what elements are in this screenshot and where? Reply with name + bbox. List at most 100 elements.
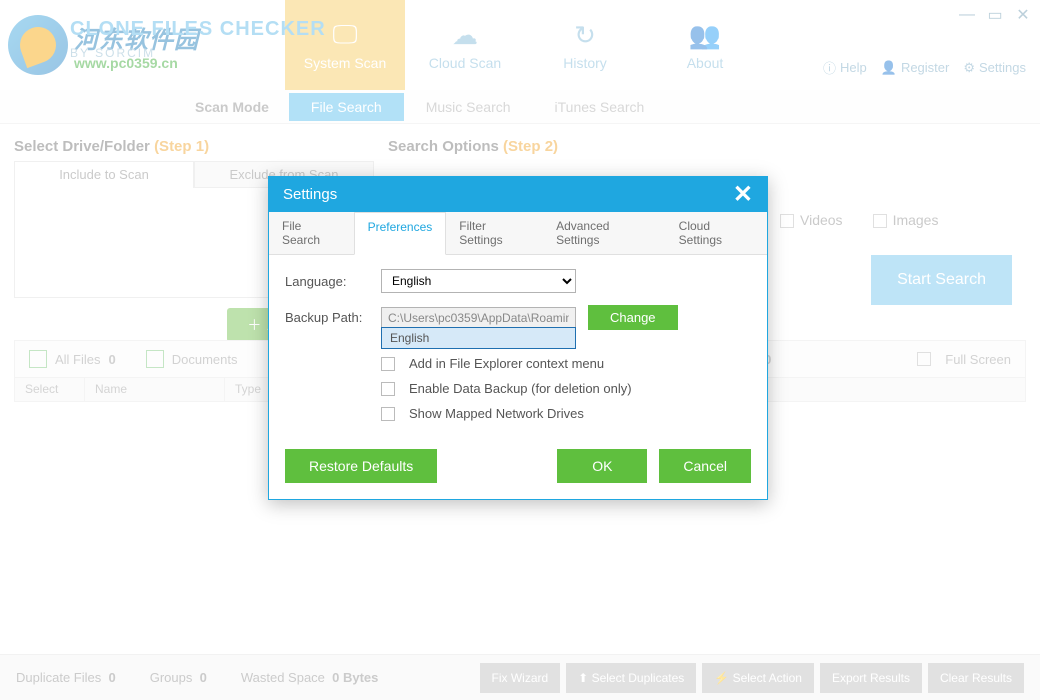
- filter-all-files[interactable]: All Files 0: [29, 350, 116, 368]
- step1-label: (Step 1): [154, 138, 209, 155]
- site-logo-icon: [8, 15, 68, 75]
- language-dropdown-list: English: [381, 327, 576, 349]
- app-subtitle: BY SORCIM: [70, 46, 155, 60]
- checkbox-icon: [780, 214, 794, 228]
- chk-images[interactable]: Images: [873, 212, 939, 228]
- dlg-tab-file-search[interactable]: File Search: [269, 212, 354, 254]
- status-groups: Groups 0: [150, 670, 207, 685]
- groups-label: Groups: [150, 670, 193, 685]
- footer-spacer: [449, 449, 545, 483]
- scan-mode-bar: Scan Mode File Search Music Search iTune…: [0, 90, 1040, 124]
- fullscreen-label: Full Screen: [945, 352, 1011, 367]
- nav-about[interactable]: 👥 About: [645, 0, 765, 90]
- restore-defaults-button[interactable]: Restore Defaults: [285, 449, 437, 483]
- gear-icon: ⚙: [963, 60, 975, 76]
- tab-include[interactable]: Include to Scan: [14, 161, 194, 188]
- dialog-title-text: Settings: [283, 186, 337, 203]
- nav-label: About: [687, 55, 724, 71]
- scanmode-file-search[interactable]: File Search: [289, 93, 404, 121]
- plus-icon: ＋: [247, 315, 261, 335]
- all-files-count: 0: [109, 352, 116, 367]
- all-files-label: All Files: [55, 352, 101, 367]
- filter-documents[interactable]: Documents: [146, 350, 238, 368]
- start-search-button[interactable]: Start Search: [871, 255, 1012, 305]
- dlg-tab-advanced-settings[interactable]: Advanced Settings: [543, 212, 666, 254]
- nav-cloud-scan[interactable]: ☁ Cloud Scan: [405, 0, 525, 90]
- nav-label: Cloud Scan: [429, 55, 501, 71]
- chk-videos[interactable]: Videos: [780, 212, 843, 228]
- language-label: Language:: [285, 274, 369, 289]
- sel-dup-label: Select Duplicates: [592, 671, 685, 685]
- dialog-tabs: File Search Preferences Filter Settings …: [269, 212, 767, 255]
- scanmode-itunes-search[interactable]: iTunes Search: [533, 93, 667, 121]
- header-right-links: ⓘHelp 👤 Register ⚙Settings: [823, 58, 1026, 77]
- register-link[interactable]: 👤 Register: [881, 60, 950, 76]
- dup-val: 0: [109, 670, 116, 685]
- groups-val: 0: [200, 670, 207, 685]
- select-drive-text: Select Drive/Folder: [14, 138, 150, 155]
- nav-label: History: [563, 55, 607, 71]
- chk-label: Add in File Explorer context menu: [409, 356, 604, 371]
- clear-results-button[interactable]: Clear Results: [928, 663, 1024, 693]
- row-language: Language: English: [285, 269, 751, 293]
- chk-data-backup[interactable]: Enable Data Backup (for deletion only): [381, 381, 751, 396]
- col-select[interactable]: Select: [15, 378, 85, 401]
- wasted-val: 0 Bytes: [332, 670, 378, 685]
- minimize-icon[interactable]: —: [958, 6, 976, 24]
- fullscreen-toggle[interactable]: Full Screen: [917, 352, 1011, 367]
- checkbox-icon: [381, 382, 395, 396]
- cancel-button[interactable]: Cancel: [659, 449, 751, 483]
- settings-link[interactable]: ⚙Settings: [963, 60, 1026, 76]
- dialog-close-icon[interactable]: ✕: [733, 187, 753, 203]
- backup-path-input[interactable]: [381, 307, 576, 329]
- scanmode-music-search[interactable]: Music Search: [404, 93, 533, 121]
- checkbox-icon: [381, 357, 395, 371]
- status-buttons: Fix Wizard ⬆ Select Duplicates ⚡ Select …: [480, 663, 1025, 693]
- export-results-button[interactable]: Export Results: [820, 663, 922, 693]
- maximize-icon[interactable]: ▭: [986, 6, 1004, 24]
- col-name[interactable]: Name: [85, 378, 225, 401]
- file-type-checks: Videos Images: [780, 202, 938, 238]
- help-link[interactable]: ⓘHelp: [823, 58, 867, 77]
- checkbox-icon: [381, 407, 395, 421]
- search-options-title: Search Options (Step 2): [388, 138, 1026, 155]
- select-drive-title: Select Drive/Folder (Step 1): [14, 138, 374, 155]
- fix-wizard-button[interactable]: Fix Wizard: [480, 663, 561, 693]
- documents-label: Documents: [172, 352, 238, 367]
- nav-system-scan[interactable]: 🖵 System Scan: [285, 0, 405, 90]
- language-select[interactable]: English: [381, 269, 576, 293]
- preferences-checklist: Add in File Explorer context menu Enable…: [381, 356, 751, 421]
- status-wasted: Wasted Space 0 Bytes: [241, 670, 379, 685]
- select-duplicates-button[interactable]: ⬆ Select Duplicates: [566, 663, 696, 693]
- ok-button[interactable]: OK: [557, 449, 647, 483]
- status-bar: Duplicate Files 0 Groups 0 Wasted Space …: [0, 654, 1040, 700]
- dlg-tab-preferences[interactable]: Preferences: [354, 212, 447, 255]
- user-icon: 👤: [881, 60, 897, 76]
- doc-icon: [146, 350, 164, 368]
- dialog-titlebar: Settings ✕: [269, 177, 767, 212]
- help-icon: ⓘ: [823, 58, 836, 77]
- chk-label: Enable Data Backup (for deletion only): [409, 381, 632, 396]
- dialog-body: Language: English English Backup Path: C…: [269, 255, 767, 449]
- chk-context-menu[interactable]: Add in File Explorer context menu: [381, 356, 751, 371]
- language-option-english[interactable]: English: [382, 328, 575, 348]
- chk-mapped-drives[interactable]: Show Mapped Network Drives: [381, 406, 751, 421]
- dlg-tab-cloud-settings[interactable]: Cloud Settings: [666, 212, 767, 254]
- chk-label: Show Mapped Network Drives: [409, 406, 584, 421]
- images-label: Images: [893, 212, 939, 228]
- wasted-label: Wasted Space: [241, 670, 325, 685]
- change-button[interactable]: Change: [588, 305, 678, 330]
- register-label: Register: [901, 60, 949, 75]
- close-icon[interactable]: ✕: [1014, 6, 1032, 24]
- dlg-tab-filter-settings[interactable]: Filter Settings: [446, 212, 543, 254]
- app-title: CLONE FILES CHECKER: [70, 18, 326, 41]
- history-icon: ↻: [574, 20, 596, 51]
- videos-label: Videos: [800, 212, 843, 228]
- settings-dialog: Settings ✕ File Search Preferences Filte…: [268, 176, 768, 500]
- nav-label: System Scan: [304, 55, 386, 71]
- window-controls: — ▭ ✕: [958, 6, 1032, 24]
- status-duplicate: Duplicate Files 0: [16, 670, 116, 685]
- nav-history[interactable]: ↻ History: [525, 0, 645, 90]
- system-scan-icon: 🖵: [332, 19, 357, 51]
- select-action-button[interactable]: ⚡ Select Action: [702, 663, 814, 693]
